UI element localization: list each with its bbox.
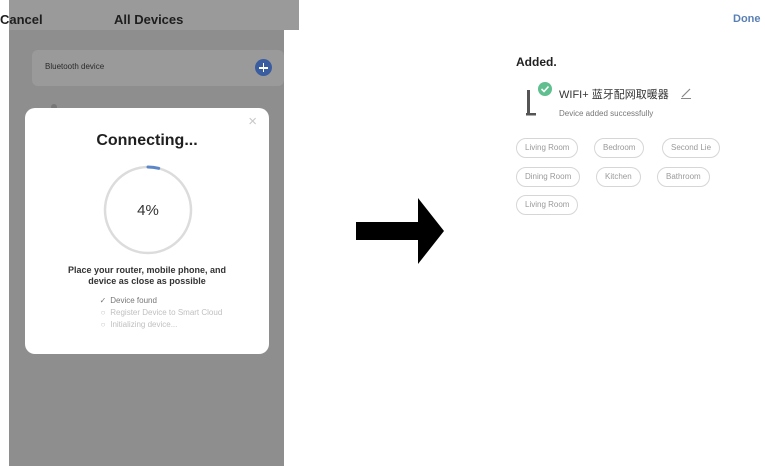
step-label: Initializing device...	[110, 320, 178, 329]
step-item: ○ Initializing device...	[98, 319, 268, 331]
step-label: Device found	[110, 296, 157, 305]
instruction-text: Place your router, mobile phone, and dev…	[35, 265, 259, 287]
cancel-button[interactable]: Cancel	[0, 12, 43, 27]
room-chip[interactable]: Dining Room	[516, 167, 581, 187]
room-chip[interactable]: Living Room	[516, 138, 579, 158]
room-chip[interactable]: Second Lie	[662, 138, 721, 158]
heater-device-icon	[526, 82, 552, 116]
step-item: ○ Register Device to Smart Cloud	[98, 307, 268, 319]
device-name: WIFI+ 蓝牙配网取暖器	[559, 89, 669, 101]
room-chip[interactable]: Kitchen	[596, 167, 641, 187]
room-chip[interactable]: Bedroom	[594, 138, 645, 158]
added-heading: Added.	[516, 55, 557, 69]
instruction-line-1: Place your router, mobile phone, and	[67, 265, 227, 275]
bluetooth-device-row[interactable]: Bluetooth device	[32, 50, 284, 86]
progress-percent: 4%	[137, 202, 159, 219]
circle-icon: ○	[100, 320, 106, 329]
pencil-icon[interactable]	[680, 87, 692, 99]
device-status: Device added successfully	[559, 109, 654, 118]
instruction-line-2: device as close as possible	[88, 276, 206, 286]
bluetooth-device-label: Bluetooth device	[45, 62, 105, 71]
page-title: All Devices	[114, 12, 184, 27]
check-circle-icon	[538, 82, 552, 96]
circle-icon: ○	[100, 308, 106, 317]
room-chip[interactable]: Living Room	[516, 195, 579, 215]
close-icon[interactable]: ×	[248, 114, 257, 129]
connection-steps: ✓ Device found ○ Register Device to Smar…	[98, 295, 268, 331]
checkmark-icon: ✓	[99, 296, 107, 305]
arrow-right-icon	[356, 198, 444, 264]
step-label: Register Device to Smart Cloud	[110, 308, 223, 317]
step-item: ✓ Device found	[98, 295, 268, 307]
dialog-title: Connecting...	[96, 132, 198, 149]
room-chip[interactable]: Bathroom	[657, 167, 710, 187]
connecting-dialog: × Connecting... 4% Place your router, mo…	[25, 108, 269, 354]
done-button[interactable]: Done	[733, 13, 761, 25]
plus-circle-icon[interactable]	[255, 59, 272, 76]
